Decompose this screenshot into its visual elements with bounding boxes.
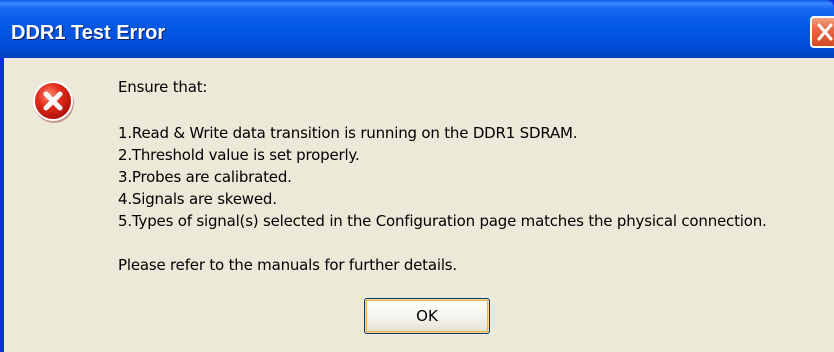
error-icon: [33, 81, 74, 123]
ok-button[interactable]: OK: [364, 298, 490, 334]
message-item-3: 3.Probes are calibrated.: [118, 168, 292, 186]
message-item-5: 5.Types of signal(s) selected in the Con…: [118, 212, 767, 230]
title-bar[interactable]: DDR1 Test Error: [0, 0, 834, 58]
message-item-2: 2.Threshold value is set properly.: [118, 146, 360, 164]
message-heading: Ensure that:: [118, 78, 208, 96]
message-footer: Please refer to the manuals for further …: [118, 256, 457, 274]
window-title: DDR1 Test Error: [11, 22, 166, 44]
message-item-1: 1.Read & Write data transition is runnin…: [118, 124, 578, 142]
dialog-body: Ensure that: 1.Read & Write data transit…: [4, 58, 834, 352]
message-item-4: 4.Signals are skewed.: [118, 190, 277, 208]
close-icon: [817, 23, 833, 41]
dialog-window: DDR1 Test Error Ensure that: 1.Read & Wr…: [0, 0, 834, 352]
close-button[interactable]: [810, 16, 834, 48]
